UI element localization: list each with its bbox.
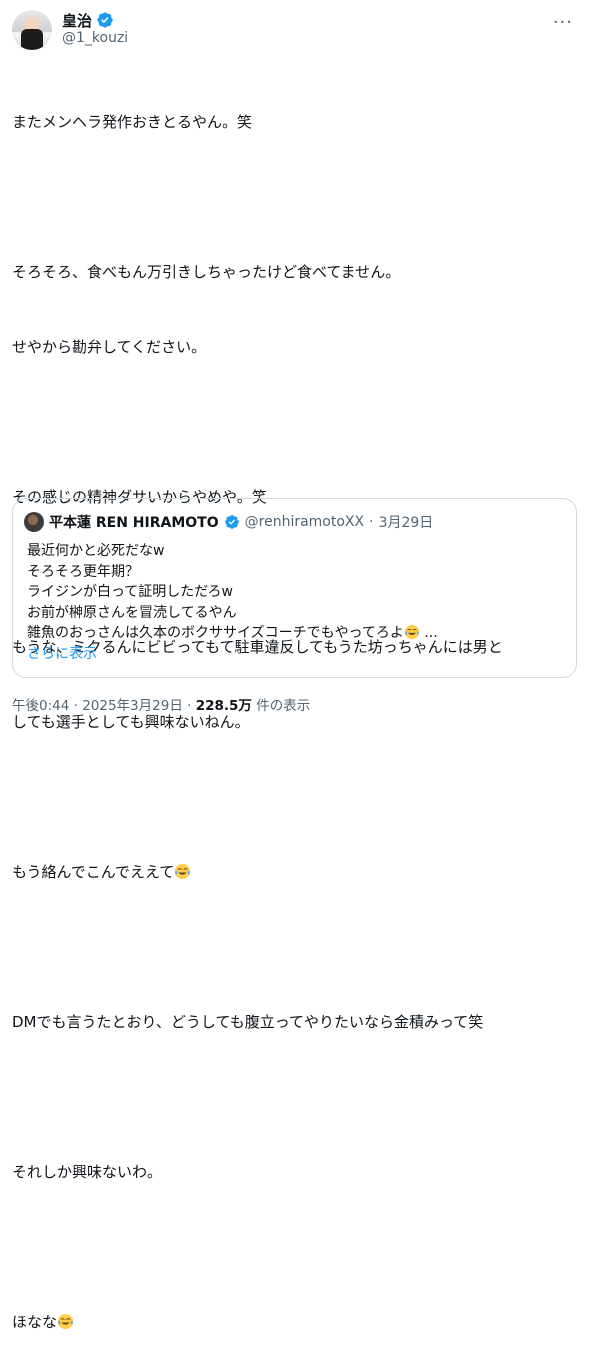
- tweet-header: 皇治 @1_kouzi ···: [12, 8, 579, 52]
- quoted-line: 雑魚のおっさんは久本のボクササイズコーチでもやってろよ: [27, 625, 404, 641]
- quoted-line: お前が榊原さんを冒涜してるやん: [27, 604, 237, 621]
- more-options-icon[interactable]: ···: [553, 12, 573, 33]
- meta-separator: ·: [369, 514, 374, 530]
- verified-badge-icon: [224, 515, 239, 529]
- tweet-line: またメンヘラ発作おきとるやん。笑: [12, 113, 253, 131]
- tears-of-joy-emoji-icon: [57, 1313, 74, 1330]
- tweet-time[interactable]: 午後0:44: [12, 698, 69, 714]
- tweet-line: それしか興味ないわ。: [12, 1163, 163, 1181]
- tweet-line: ほなな: [12, 1313, 58, 1331]
- author-display-name[interactable]: 皇治: [62, 10, 92, 31]
- tweet-line-with-emoji: もう絡んでこんでええて: [12, 860, 572, 885]
- tears-of-joy-emoji-icon: [175, 863, 191, 880]
- tweet-line-with-emoji: ほなな: [12, 1310, 572, 1335]
- quoted-line: そろそろ更年期？: [27, 563, 139, 580]
- verified-badge-icon: [97, 12, 113, 28]
- quoted-author-handle: @renhiramotoXX: [244, 514, 365, 530]
- quoted-line-with-emoji: 雑魚のおっさんは久本のボクササイズコーチでもやってろよ ...: [27, 623, 566, 644]
- tweet-line: もう絡んでこんでええて: [12, 863, 175, 881]
- quoted-ellipsis: ...: [419, 625, 438, 641]
- tweet-line: せやから勘弁してください。: [12, 338, 207, 356]
- quoted-tweet-header: 平本蓮 REN HIRAMOTO @renhiramotoXX · 3月29日: [24, 511, 433, 533]
- tweet-line: そろそろ、食べもん万引きしちゃったけど食べてません。: [12, 263, 401, 281]
- tweet-line: DMでも言うたとおり、どうしても腹立ってやりたいなら金積みって笑: [12, 1013, 484, 1031]
- meta-separator: ·: [182, 698, 196, 714]
- quoted-line: 最近何かと必死だなw: [27, 543, 165, 559]
- quoted-tweet-date: 3月29日: [378, 515, 434, 531]
- tweet-footer: 午後0:44 · 2025年3月29日 · 228.5万 件の表示: [12, 694, 310, 714]
- quoted-tweet-text: 最近何かと必死だなw そろそろ更年期？ ライジンが白って証明しただろw お前が榊…: [27, 541, 566, 664]
- quoted-line: ライジンが白って証明しただろw: [27, 584, 233, 600]
- quoted-author-avatar: [24, 512, 44, 532]
- tears-of-joy-emoji-icon: [404, 624, 420, 640]
- author-avatar[interactable]: [12, 10, 52, 50]
- show-more-link[interactable]: さらに表示: [27, 644, 566, 665]
- tweet-date[interactable]: 2025年3月29日: [82, 698, 183, 714]
- quoted-author-display-name: 平本蓮 REN HIRAMOTO: [49, 515, 219, 531]
- author-handle[interactable]: @1_kouzi: [62, 30, 128, 46]
- meta-separator: ·: [69, 698, 83, 714]
- author-name-row: 皇治: [62, 10, 114, 30]
- view-count: 228.5万: [195, 698, 252, 714]
- quoted-tweet-card[interactable]: 平本蓮 REN HIRAMOTO @renhiramotoXX · 3月29日 …: [12, 498, 577, 678]
- view-count-label: 件の表示: [251, 698, 311, 714]
